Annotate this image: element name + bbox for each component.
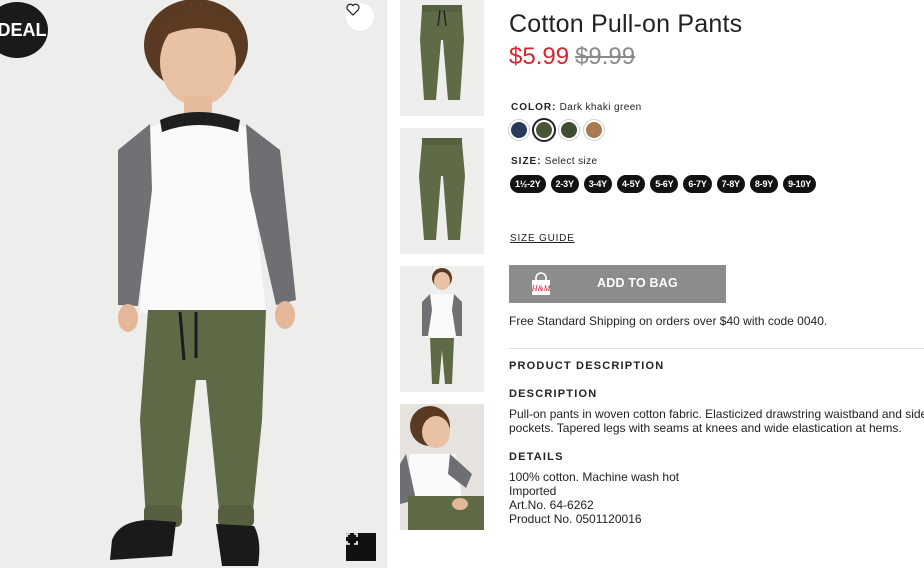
description-heading: DESCRIPTION <box>509 388 598 400</box>
model-photo <box>0 0 387 568</box>
details-line-3: Art.No. 64-6262 <box>509 498 594 512</box>
thumbnail-image-model-sitting <box>400 404 484 530</box>
color-swatch[interactable] <box>559 120 579 140</box>
divider <box>509 348 924 349</box>
thumbnail-2[interactable] <box>400 128 484 254</box>
color-label: COLOR: <box>511 102 557 113</box>
product-title: Cotton Pull-on Pants <box>509 10 743 38</box>
add-to-bag-button[interactable]: H&M ADD TO BAG <box>509 265 726 303</box>
size-label: SIZE: <box>511 156 542 167</box>
color-swatches <box>509 120 604 140</box>
original-price: $9.99 <box>575 43 636 70</box>
size-option[interactable]: 1½-2Y <box>510 175 546 193</box>
description-line-1: Pull-on pants in woven cotton fabric. El… <box>509 407 924 421</box>
sale-price: $5.99 <box>509 43 570 70</box>
size-option[interactable]: 9-10Y <box>783 175 817 193</box>
details-heading: DETAILS <box>509 451 564 463</box>
size-option[interactable]: 8-9Y <box>749 175 779 193</box>
size-guide-link[interactable]: SIZE GUIDE <box>510 233 575 244</box>
shipping-note: Free Standard Shipping on orders over $4… <box>509 314 828 328</box>
add-to-bag-label: ADD TO BAG <box>597 276 678 290</box>
size-option[interactable]: 5-6Y <box>650 175 679 193</box>
color-selector-label: COLOR: Dark khaki green <box>511 102 642 113</box>
color-swatch[interactable] <box>534 120 554 140</box>
thumbnail-image-model-full <box>400 266 484 392</box>
size-selector-label: SIZE: Select size <box>511 156 598 167</box>
heart-icon <box>346 3 360 16</box>
selected-color-name: Dark khaki green <box>559 102 642 113</box>
expand-icon <box>346 533 358 545</box>
size-option[interactable]: 4-5Y <box>616 175 646 193</box>
favorite-button[interactable] <box>346 3 374 31</box>
size-option[interactable]: 7-8Y <box>716 175 745 193</box>
size-options: 1½-2Y 2-3Y 3-4Y 4-5Y 5-6Y 6-7Y 7-8Y 8-9Y 9-10Y <box>510 175 817 193</box>
details-line-1: 100% cotton. Machine wash hot <box>509 470 680 484</box>
description-line-2: pockets. Tapered legs with seams at knee… <box>509 421 902 435</box>
size-placeholder: Select size <box>544 156 598 167</box>
size-option[interactable]: 3-4Y <box>583 175 612 193</box>
price-row: $5.99 $9.99 <box>509 43 635 71</box>
details-line-2: Imported <box>509 484 557 498</box>
shopping-bag-icon: H&M <box>531 272 552 295</box>
color-swatch[interactable] <box>509 120 529 140</box>
thumbnail-1[interactable] <box>400 0 484 116</box>
color-swatch[interactable] <box>584 120 604 140</box>
thumbnail-image-pants-back <box>400 128 484 254</box>
thumbnail-4[interactable] <box>400 404 484 530</box>
bag-icon-logo: H&M <box>531 284 552 293</box>
deal-badge-label: DEAL <box>0 19 47 40</box>
size-option[interactable]: 2-3Y <box>550 175 579 193</box>
thumbnail-3[interactable] <box>400 266 484 392</box>
product-description-heading: PRODUCT DESCRIPTION <box>509 360 665 372</box>
fullscreen-button[interactable] <box>346 533 376 561</box>
thumbnail-image-pants-front <box>400 0 484 116</box>
main-product-image[interactable]: DEAL <box>0 0 387 568</box>
size-option[interactable]: 6-7Y <box>683 175 712 193</box>
details-line-4: Product No. 0501120016 <box>509 512 642 526</box>
